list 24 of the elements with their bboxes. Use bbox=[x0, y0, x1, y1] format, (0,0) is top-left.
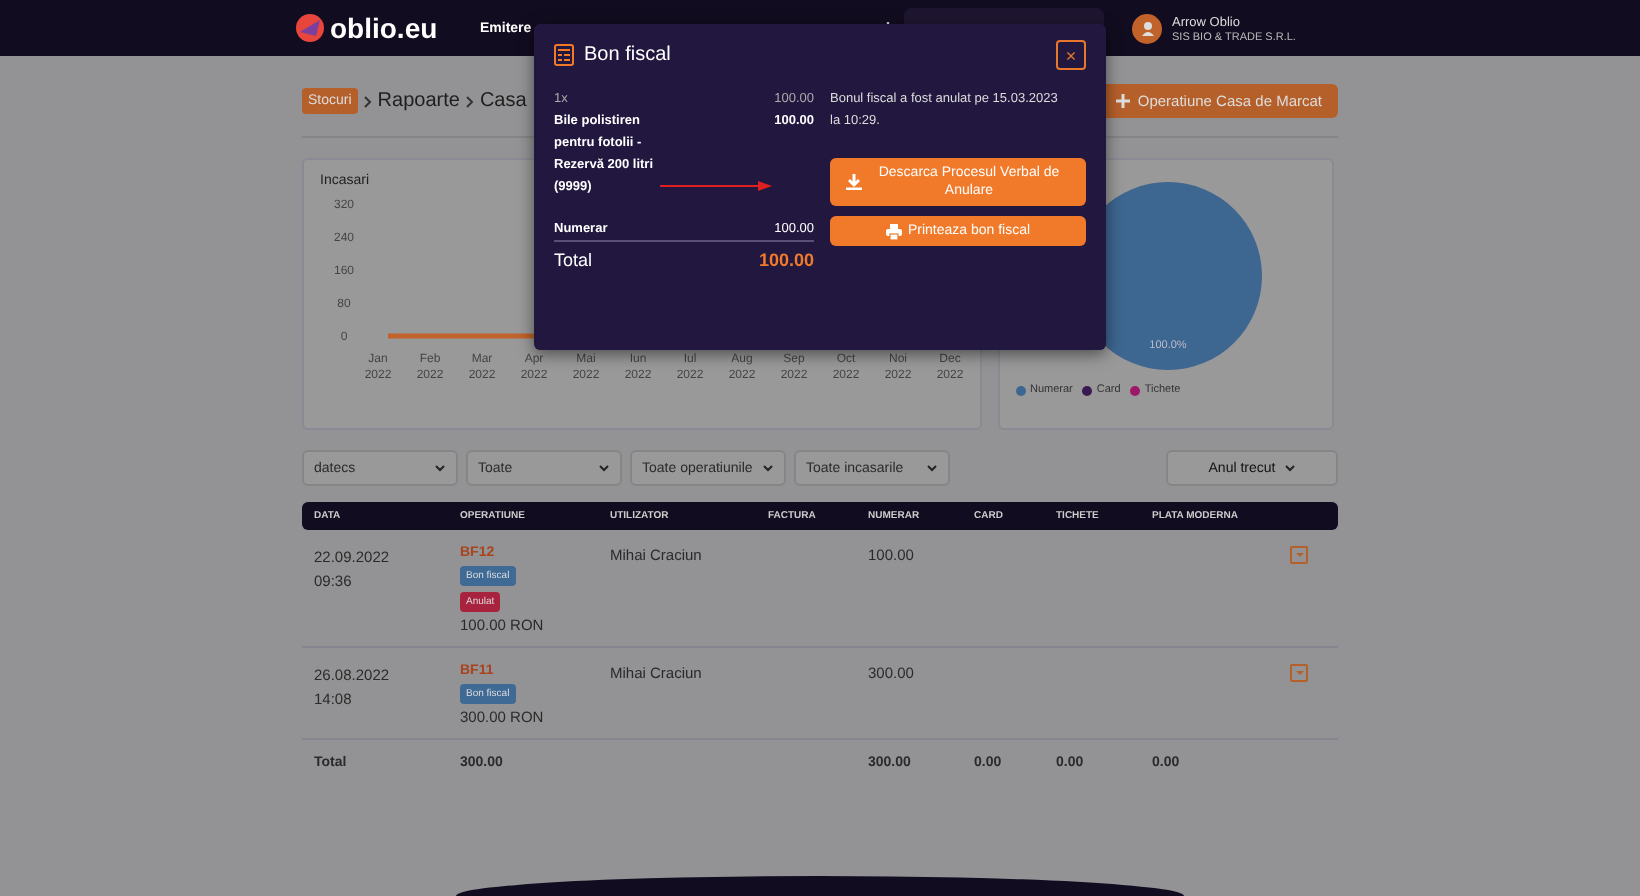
breadcrumb-link[interactable]: Rapoarte bbox=[377, 90, 460, 112]
dialog-title: Bon fiscal bbox=[584, 44, 673, 66]
close-button[interactable]: × bbox=[1056, 40, 1086, 70]
plus-icon bbox=[1115, 94, 1130, 108]
chevron-icon bbox=[363, 95, 372, 107]
caret-icon bbox=[1293, 668, 1305, 678]
download-icon bbox=[846, 174, 862, 190]
total-label: Total bbox=[554, 250, 593, 270]
total-amount: 100.00 bbox=[758, 250, 814, 270]
printer-icon bbox=[885, 223, 902, 239]
caret-icon bbox=[762, 464, 774, 472]
caret-icon bbox=[434, 464, 446, 472]
breadcrumb-link[interactable]: Casa bbox=[479, 90, 527, 112]
caret-icon bbox=[1283, 464, 1296, 472]
logo-text[interactable]: oblio.eu bbox=[330, 12, 438, 44]
chevron-icon bbox=[465, 95, 474, 107]
logo-icon[interactable] bbox=[296, 14, 324, 42]
calculator-icon bbox=[554, 44, 574, 66]
caret-icon bbox=[598, 464, 610, 472]
user-icon bbox=[1141, 21, 1153, 35]
caret-icon bbox=[1293, 550, 1305, 560]
arrow-annotation bbox=[660, 180, 772, 192]
avatar[interactable] bbox=[1132, 13, 1162, 43]
caret-icon bbox=[926, 464, 938, 472]
